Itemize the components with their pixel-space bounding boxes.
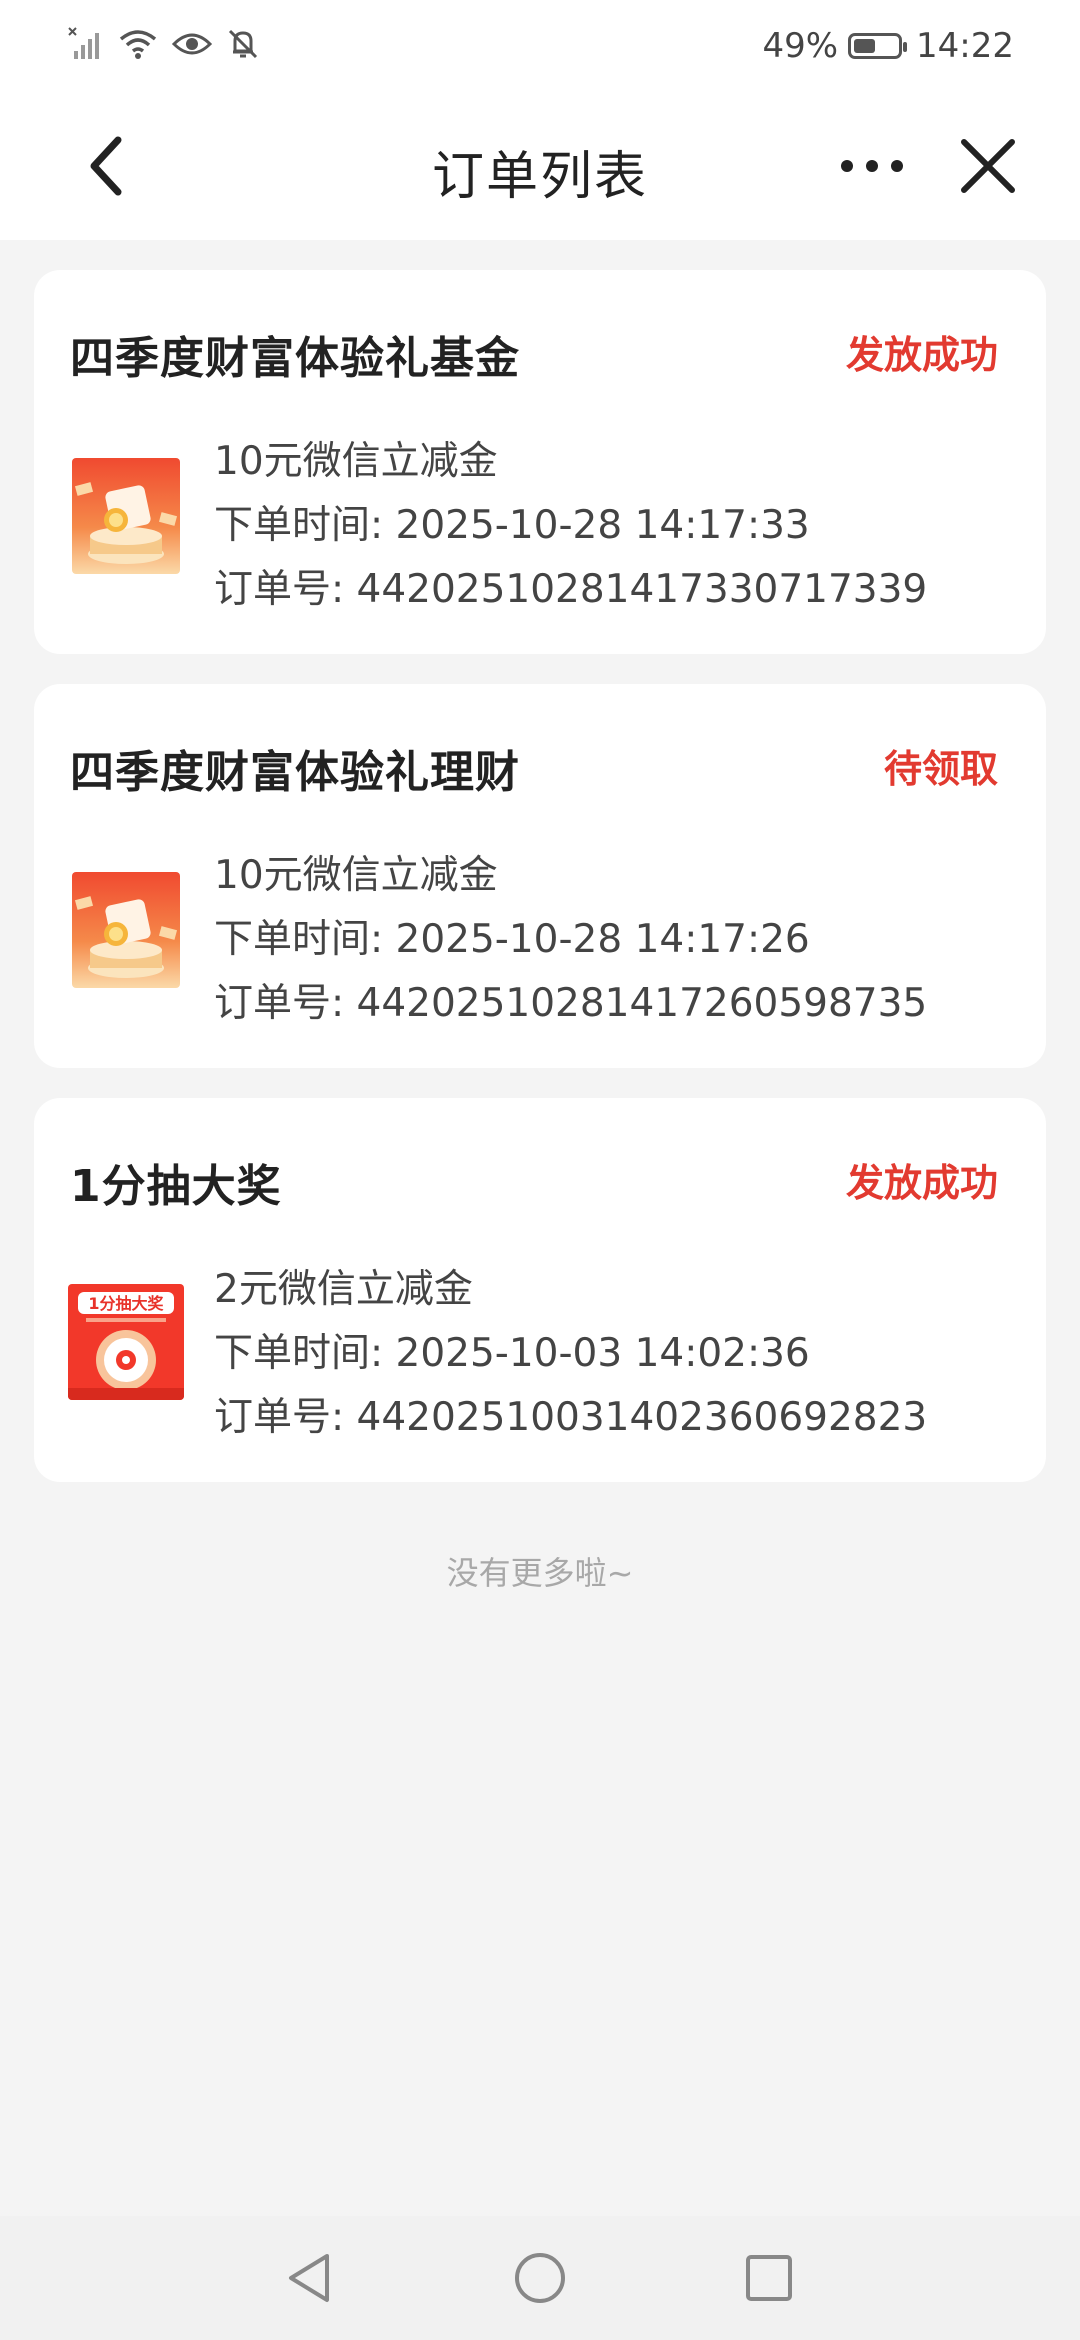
status-icons-right: 49% 14:22 bbox=[762, 22, 1014, 70]
nav-back-button[interactable] bbox=[274, 2246, 344, 2310]
close-icon bbox=[961, 139, 1015, 193]
wifi-icon bbox=[118, 27, 158, 65]
order-time: 下单时间: 2025-10-28 14:17:33 bbox=[214, 503, 810, 548]
gift-coupon-icon bbox=[72, 872, 180, 988]
nav-recents-icon bbox=[746, 2255, 792, 2301]
order-number: 订单号: 44202510031402360692823 bbox=[214, 1395, 928, 1440]
order-item: 10元微信立减金 bbox=[214, 439, 498, 484]
clock: 14:22 bbox=[916, 26, 1014, 66]
order-title: 四季度财富体验礼基金 bbox=[70, 333, 520, 384]
order-title: 1分抽大奖 bbox=[70, 1161, 282, 1212]
nav-home-button[interactable] bbox=[505, 2246, 575, 2310]
lottery-thumb-text: 1分抽大奖 bbox=[88, 1294, 164, 1313]
app-header: 订单列表 bbox=[0, 92, 1080, 240]
order-title: 四季度财富体验礼理财 bbox=[70, 747, 520, 798]
order-status: 待领取 bbox=[883, 747, 998, 791]
nav-back-icon bbox=[289, 2254, 329, 2302]
order-item: 10元微信立减金 bbox=[214, 853, 498, 898]
lottery-wheel-icon: 1分抽大奖 bbox=[68, 1284, 184, 1400]
battery-level bbox=[854, 39, 876, 53]
system-nav-bar bbox=[0, 2216, 1080, 2340]
gift-coupon-icon bbox=[72, 458, 180, 574]
order-status: 发放成功 bbox=[845, 333, 998, 377]
order-time: 下单时间: 2025-10-03 14:02:36 bbox=[214, 1331, 810, 1376]
no-signal-icon bbox=[68, 27, 104, 65]
page-title: 订单列表 bbox=[431, 147, 648, 207]
no-more-hint: 没有更多啦~ bbox=[446, 1554, 634, 1592]
order-status: 发放成功 bbox=[845, 1161, 998, 1205]
eye-icon bbox=[171, 29, 213, 63]
close-button[interactable] bbox=[952, 130, 1024, 202]
status-icons-left bbox=[68, 22, 260, 70]
status-bar: 49% 14:22 bbox=[0, 0, 1080, 92]
battery-percent: 49% bbox=[762, 26, 839, 66]
nav-home-icon bbox=[515, 2253, 565, 2303]
more-button[interactable] bbox=[836, 130, 908, 202]
order-card[interactable]: 1分抽大奖 发放成功 1分抽大奖 2元微信立减金 下单时间: 2025-10-0… bbox=[34, 1098, 1046, 1482]
order-number: 订单号: 44202510281417330717339 bbox=[214, 567, 928, 612]
order-item: 2元微信立减金 bbox=[214, 1267, 473, 1312]
order-number: 订单号: 44202510281417260598735 bbox=[214, 981, 928, 1026]
nav-recents-button[interactable] bbox=[734, 2246, 804, 2310]
mute-bell-icon bbox=[226, 27, 260, 65]
order-card[interactable]: 四季度财富体验礼理财 待领取 10元微信立减金 下单时间: 2025-10-28… bbox=[34, 684, 1046, 1068]
more-dots-icon bbox=[841, 160, 903, 172]
battery-icon bbox=[848, 33, 908, 59]
order-card[interactable]: 四季度财富体验礼基金 发放成功 10元微信立减金 下单时间: 2025-10-2… bbox=[34, 270, 1046, 654]
order-time: 下单时间: 2025-10-28 14:17:26 bbox=[214, 917, 810, 962]
